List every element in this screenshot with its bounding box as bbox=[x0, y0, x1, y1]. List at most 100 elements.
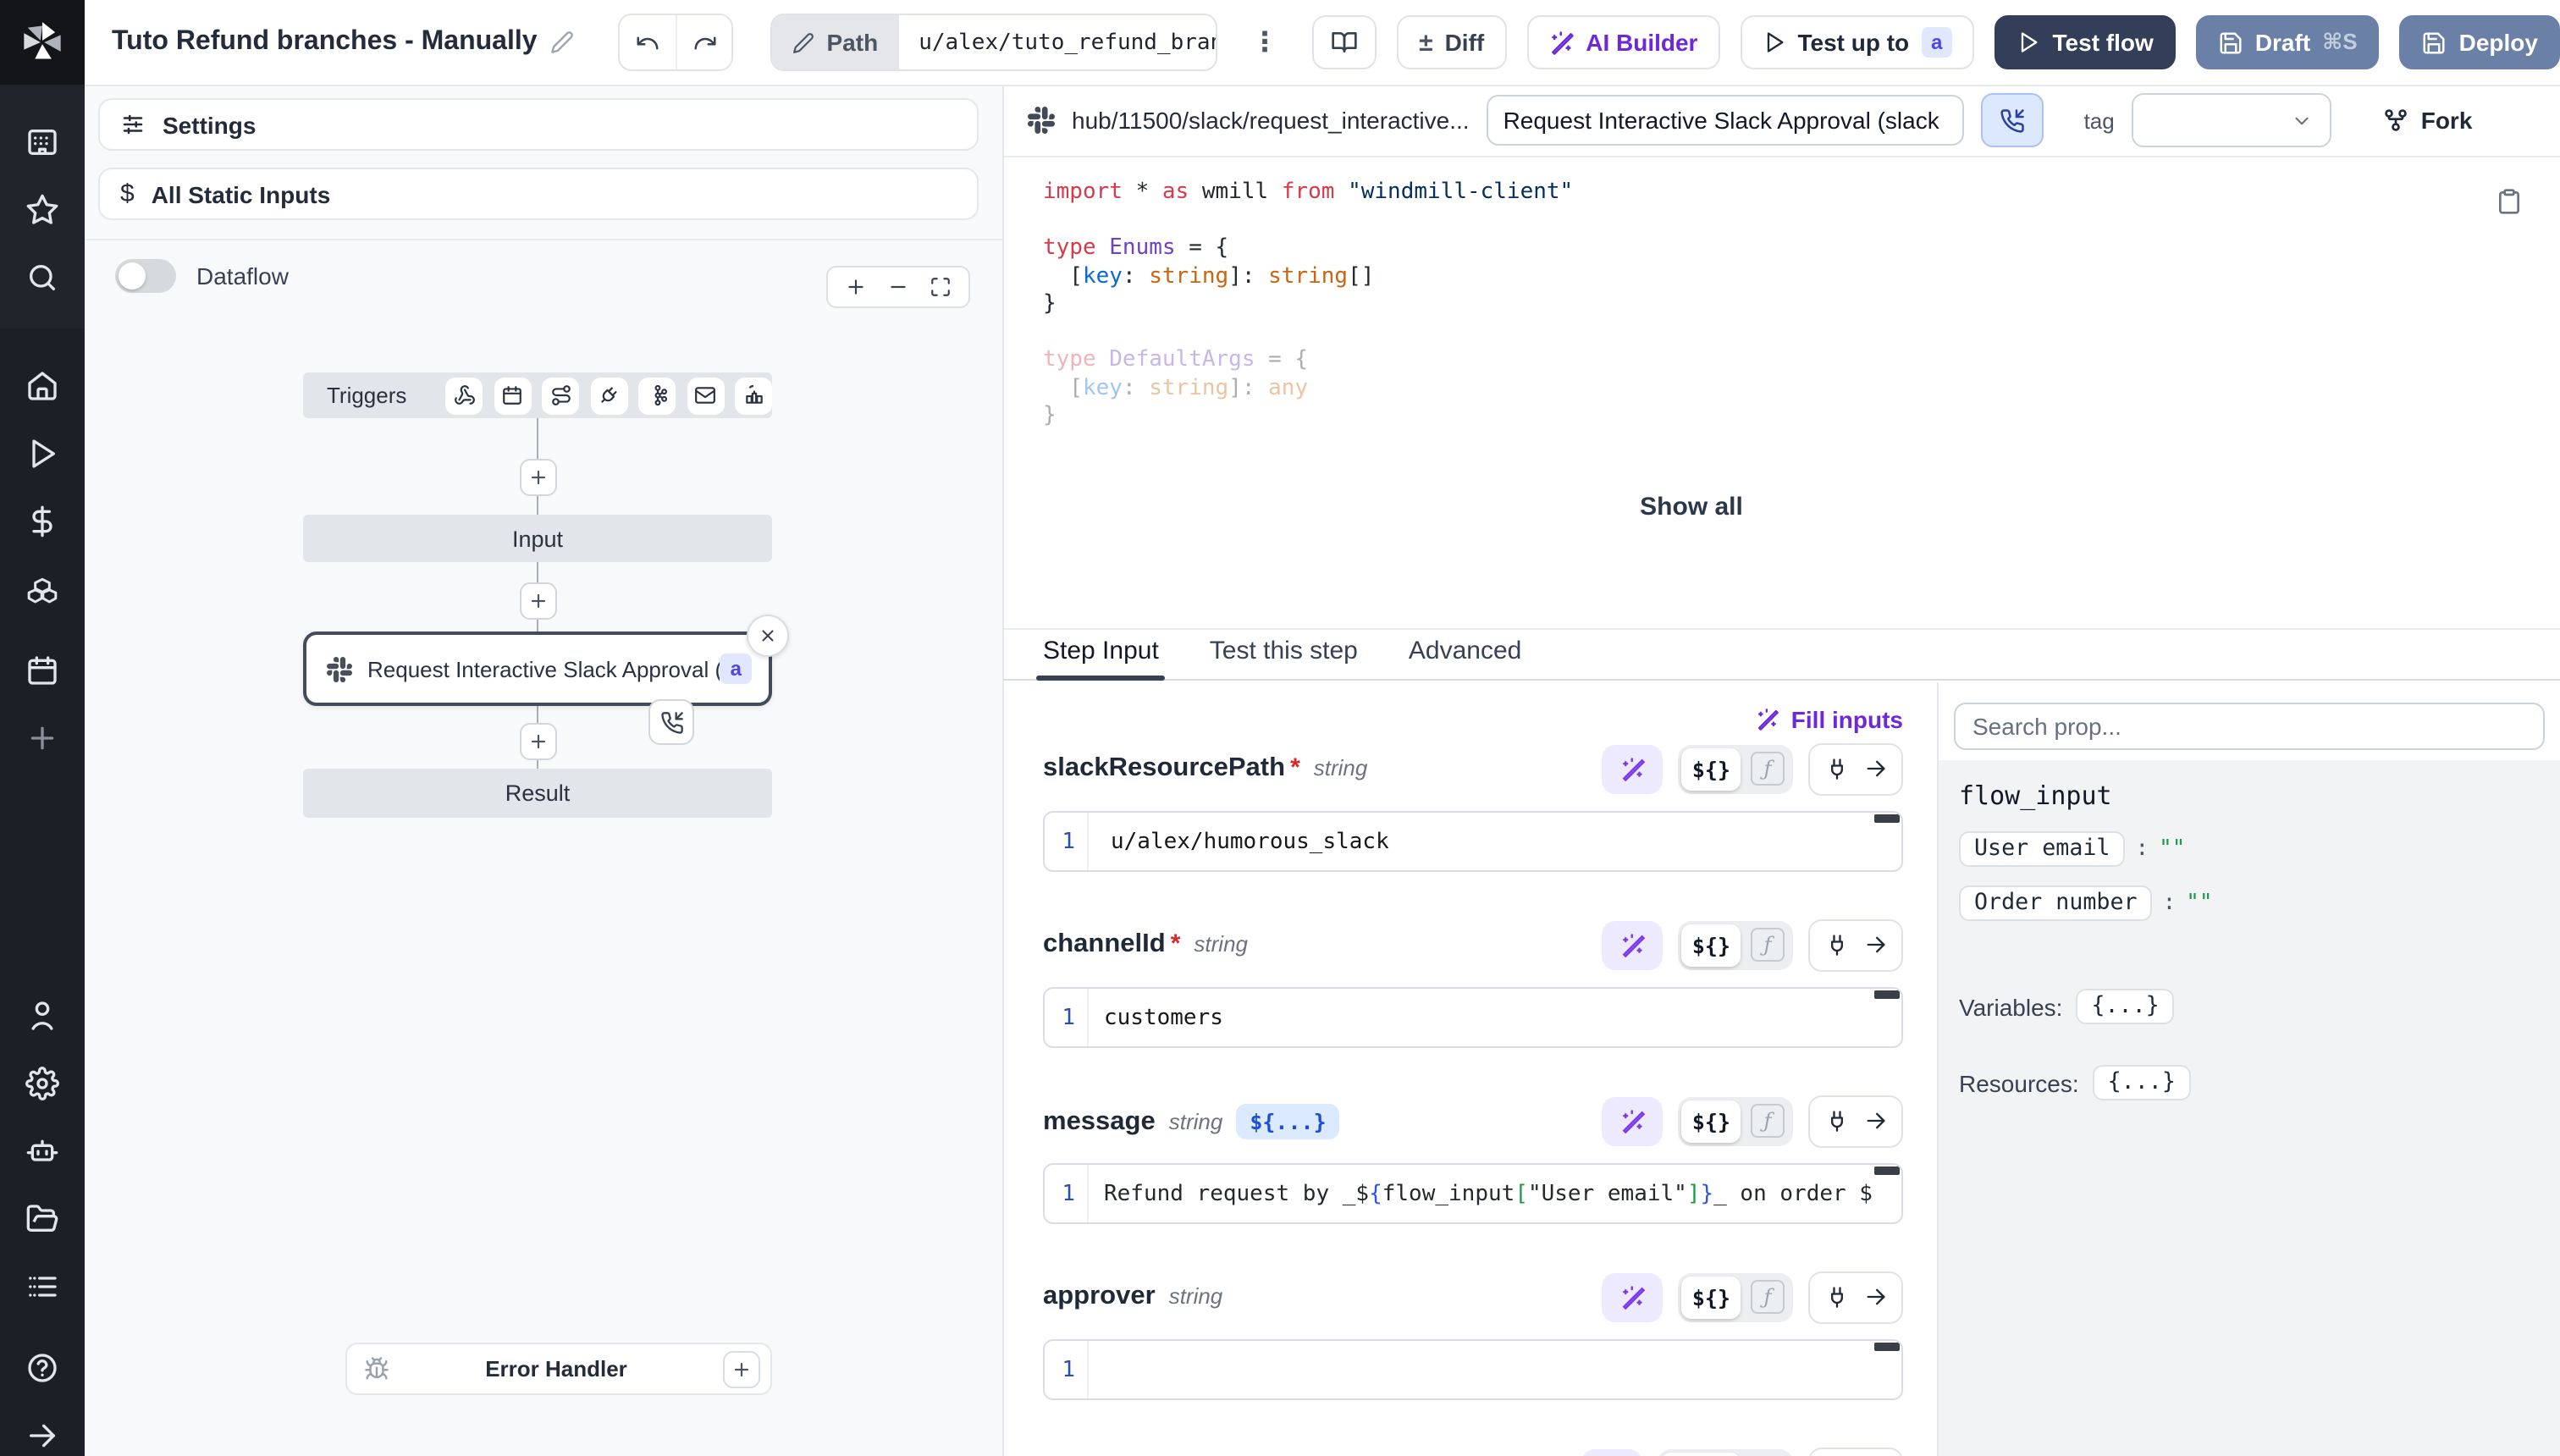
path-control[interactable]: Path u/alex/tuto_refund_branches_ bbox=[771, 14, 1218, 71]
slack-approval-step-node[interactable]: Request Interactive Slack Approval (... … bbox=[303, 631, 772, 706]
resources-icon[interactable] bbox=[0, 555, 85, 623]
copy-code-clipboard-icon[interactable] bbox=[2496, 188, 2523, 215]
undo-button[interactable] bbox=[621, 15, 676, 69]
expr-mode-button[interactable]: ${} bbox=[1682, 1276, 1741, 1318]
http-route-trigger-icon[interactable] bbox=[542, 377, 579, 414]
poll-watch-trigger-icon[interactable] bbox=[735, 377, 772, 414]
webhook-trigger-icon[interactable] bbox=[445, 377, 483, 414]
function-mode-icon[interactable]: ƒ bbox=[1751, 928, 1785, 962]
all-static-inputs-button[interactable]: $ All Static Inputs bbox=[98, 168, 979, 220]
ai-fill-wand-button[interactable] bbox=[1603, 1272, 1663, 1321]
variables-expand-pill[interactable]: {...} bbox=[2076, 989, 2174, 1024]
zoom-in-button[interactable] bbox=[835, 269, 877, 305]
insert-step-plus-button[interactable] bbox=[520, 582, 557, 620]
expr-mode-button[interactable]: ${} bbox=[1682, 747, 1741, 790]
workspace-switcher-icon[interactable] bbox=[0, 108, 85, 176]
field-editor[interactable]: 1 customers bbox=[1043, 987, 1903, 1048]
fit-view-button[interactable] bbox=[919, 269, 962, 305]
runs-icon[interactable] bbox=[0, 420, 85, 488]
prop-order-number-pill[interactable]: Order number bbox=[1959, 885, 2153, 921]
fork-button[interactable]: Fork bbox=[2382, 107, 2473, 134]
test-flow-button[interactable]: Test flow bbox=[1995, 15, 2176, 69]
ai-fill-wand-button[interactable] bbox=[1603, 1096, 1663, 1145]
step-summary-input[interactable] bbox=[1487, 95, 1964, 146]
tab-step-input[interactable]: Step Input bbox=[1043, 637, 1159, 679]
plug-connect-icon[interactable] bbox=[1817, 1452, 1856, 1456]
resources-expand-pill[interactable]: {...} bbox=[2093, 1065, 2191, 1100]
diff-button[interactable]: ± Diff bbox=[1397, 15, 1506, 69]
triggers-node[interactable]: Triggers bbox=[303, 372, 772, 418]
expand-rail-arrow-icon[interactable] bbox=[0, 1402, 85, 1456]
tab-test-this-step[interactable]: Test this step bbox=[1210, 637, 1358, 679]
delete-step-close-icon[interactable] bbox=[747, 615, 789, 657]
suspend-approval-phone-button[interactable] bbox=[1981, 93, 2044, 147]
function-mode-icon[interactable]: ƒ bbox=[1751, 752, 1785, 786]
arrow-right-icon[interactable] bbox=[1856, 924, 1895, 966]
ai-fill-wand-button[interactable] bbox=[1603, 920, 1663, 969]
schedule-trigger-icon[interactable] bbox=[494, 377, 531, 414]
redo-button[interactable] bbox=[676, 15, 731, 69]
result-node[interactable]: Result bbox=[303, 769, 772, 818]
more-options-kebab-icon[interactable]: ⋮ bbox=[1238, 25, 1292, 59]
input-node[interactable]: Input bbox=[303, 515, 772, 562]
search-prop-input[interactable] bbox=[1954, 703, 2545, 750]
zoom-out-button[interactable] bbox=[877, 269, 919, 305]
plug-connect-icon[interactable] bbox=[1817, 747, 1856, 790]
ai-fill-wand-button[interactable] bbox=[1581, 1448, 1641, 1456]
draft-button[interactable]: Draft ⌘S bbox=[2196, 15, 2380, 69]
static-mode-button[interactable]: Static bbox=[1660, 1452, 1741, 1456]
error-handler-node[interactable]: Error Handler bbox=[345, 1343, 772, 1395]
prop-user-email-pill[interactable]: User email bbox=[1959, 831, 2126, 867]
expr-mode-button[interactable]: ${} bbox=[1682, 1100, 1741, 1142]
workers-bot-icon[interactable] bbox=[0, 1117, 85, 1185]
add-error-handler-plus-button[interactable] bbox=[723, 1350, 760, 1387]
audit-list-icon[interactable] bbox=[0, 1253, 85, 1321]
kafka-trigger-icon[interactable] bbox=[638, 377, 676, 414]
tag-select[interactable] bbox=[2132, 93, 2331, 147]
settings-gear-icon[interactable] bbox=[0, 1050, 85, 1117]
variables-icon[interactable] bbox=[0, 488, 85, 555]
plug-connect-icon[interactable] bbox=[1817, 1276, 1856, 1318]
arrow-right-icon[interactable] bbox=[1856, 747, 1895, 790]
help-icon[interactable] bbox=[0, 1334, 85, 1402]
websocket-plug-trigger-icon[interactable] bbox=[590, 377, 627, 414]
user-account-icon[interactable] bbox=[0, 982, 85, 1050]
suspend-approval-phone-icon[interactable] bbox=[648, 699, 694, 745]
add-item-plus-icon[interactable] bbox=[0, 704, 85, 772]
search-icon[interactable] bbox=[0, 244, 85, 312]
step-input-form: Fill inputs slackResourcePath* string bbox=[1004, 682, 1937, 1456]
function-mode-icon[interactable]: ƒ bbox=[1751, 1280, 1785, 1314]
home-icon[interactable] bbox=[0, 352, 85, 420]
ai-fill-wand-button[interactable] bbox=[1603, 744, 1663, 793]
docs-book-button[interactable] bbox=[1312, 15, 1377, 69]
arrow-right-icon[interactable] bbox=[1856, 1100, 1895, 1142]
ai-builder-button[interactable]: AI Builder bbox=[1526, 15, 1719, 69]
insert-step-plus-button[interactable] bbox=[520, 459, 557, 496]
dataflow-toggle[interactable] bbox=[115, 259, 176, 293]
deploy-button[interactable]: Deploy bbox=[2400, 15, 2560, 69]
test-up-to-button[interactable]: Test up to a bbox=[1740, 15, 1974, 69]
flow-settings-button[interactable]: Settings bbox=[98, 98, 979, 151]
arrow-right-icon[interactable] bbox=[1856, 1452, 1895, 1456]
field-editor[interactable]: 1 bbox=[1043, 1339, 1903, 1400]
plug-connect-icon[interactable] bbox=[1817, 1100, 1856, 1142]
plug-connect-icon[interactable] bbox=[1817, 924, 1856, 966]
windmill-logo[interactable] bbox=[0, 0, 85, 85]
schedules-calendar-icon[interactable] bbox=[0, 637, 85, 704]
show-all-button[interactable]: Show all bbox=[1004, 493, 2379, 521]
edit-title-pencil-icon[interactable] bbox=[551, 30, 575, 54]
fill-inputs-button[interactable]: Fill inputs bbox=[1756, 706, 1903, 733]
path-value[interactable]: u/alex/tuto_refund_branches_ bbox=[898, 15, 1217, 69]
function-mode-icon[interactable]: ƒ bbox=[1751, 1104, 1785, 1138]
arrow-right-icon[interactable] bbox=[1856, 1276, 1895, 1318]
folders-icon[interactable] bbox=[0, 1185, 85, 1253]
favorites-star-icon[interactable] bbox=[0, 176, 85, 244]
tab-advanced[interactable]: Advanced bbox=[1409, 637, 1521, 679]
code-preview[interactable]: import * as wmill from "windmill-client"… bbox=[1004, 157, 2560, 630]
expr-mode-button[interactable]: ${} bbox=[1682, 924, 1741, 966]
field-editor[interactable]: 1 u/alex/humorous_slack bbox=[1043, 811, 1903, 872]
email-trigger-icon[interactable] bbox=[687, 377, 724, 414]
insert-step-plus-button[interactable] bbox=[520, 723, 557, 760]
field-editor[interactable]: 1 Refund request by _${flow_input["User … bbox=[1043, 1163, 1903, 1224]
hub-script-path[interactable]: hub/11500/slack/request_interactive... bbox=[1072, 107, 1470, 134]
